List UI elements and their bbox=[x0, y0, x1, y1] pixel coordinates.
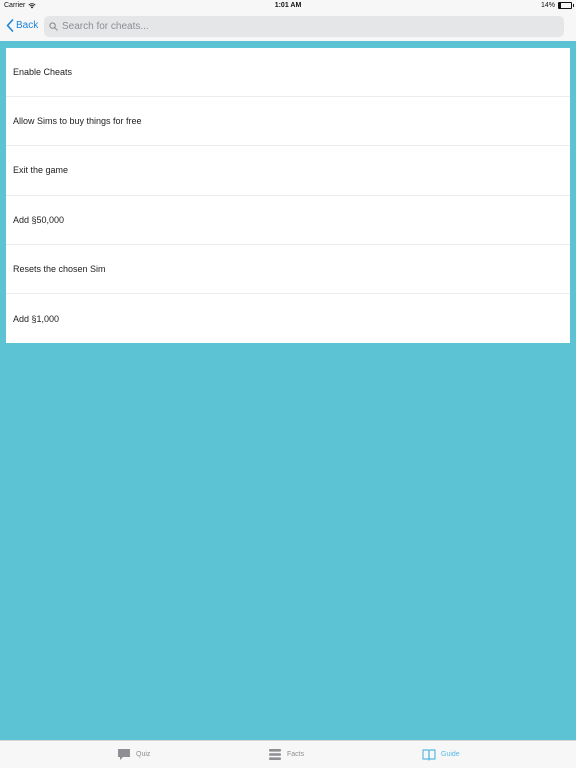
status-bar: Carrier 1:01 AM 14% bbox=[0, 0, 576, 12]
back-button[interactable]: Back bbox=[6, 19, 38, 32]
list-item[interactable]: Exit the game bbox=[6, 146, 570, 196]
list-item-label: Exit the game bbox=[13, 165, 69, 176]
battery-fill bbox=[559, 3, 561, 8]
search-input[interactable]: Search for cheats... bbox=[44, 16, 564, 37]
tab-facts[interactable]: Facts bbox=[268, 748, 304, 761]
back-label: Back bbox=[16, 20, 39, 31]
tab-guide[interactable]: Guide bbox=[422, 748, 460, 761]
list-item-label: Add §50,000 bbox=[13, 214, 65, 225]
search-placeholder: Search for cheats... bbox=[62, 21, 149, 32]
status-battery: 14% bbox=[540, 2, 574, 9]
list-item-label: Enable Cheats bbox=[13, 67, 73, 78]
speech-bubble-icon bbox=[118, 749, 130, 760]
chevron-left-icon bbox=[6, 19, 14, 32]
tab-bar: Quiz Facts Guide bbox=[0, 740, 576, 768]
list-item[interactable]: Add §50,000 bbox=[6, 196, 570, 245]
list-item[interactable]: Add §1,000 bbox=[6, 294, 570, 343]
navigation-bar: Back Search for cheats... bbox=[0, 12, 576, 41]
list-icon bbox=[269, 749, 281, 760]
list-item[interactable]: Allow Sims to buy things for free bbox=[6, 97, 570, 147]
battery-percent: 14% bbox=[540, 2, 555, 9]
tab-label: Quiz bbox=[136, 751, 151, 758]
search-icon bbox=[49, 22, 58, 31]
tab-label: Guide bbox=[441, 751, 460, 758]
list-item-label: Resets the chosen Sim bbox=[13, 263, 106, 274]
list-item-label: Add §1,000 bbox=[13, 313, 60, 324]
list-item[interactable]: Enable Cheats bbox=[6, 48, 570, 98]
list-item[interactable]: Resets the chosen Sim bbox=[6, 245, 570, 294]
book-icon bbox=[422, 749, 436, 761]
cheat-list: Enable Cheats Allow Sims to buy things f… bbox=[6, 48, 570, 343]
status-time: 1:01 AM bbox=[274, 2, 302, 9]
list-item-label: Allow Sims to buy things for free bbox=[13, 116, 142, 127]
battery-icon bbox=[558, 2, 574, 9]
tab-label: Facts bbox=[287, 751, 305, 758]
tab-quiz[interactable]: Quiz bbox=[117, 748, 150, 761]
